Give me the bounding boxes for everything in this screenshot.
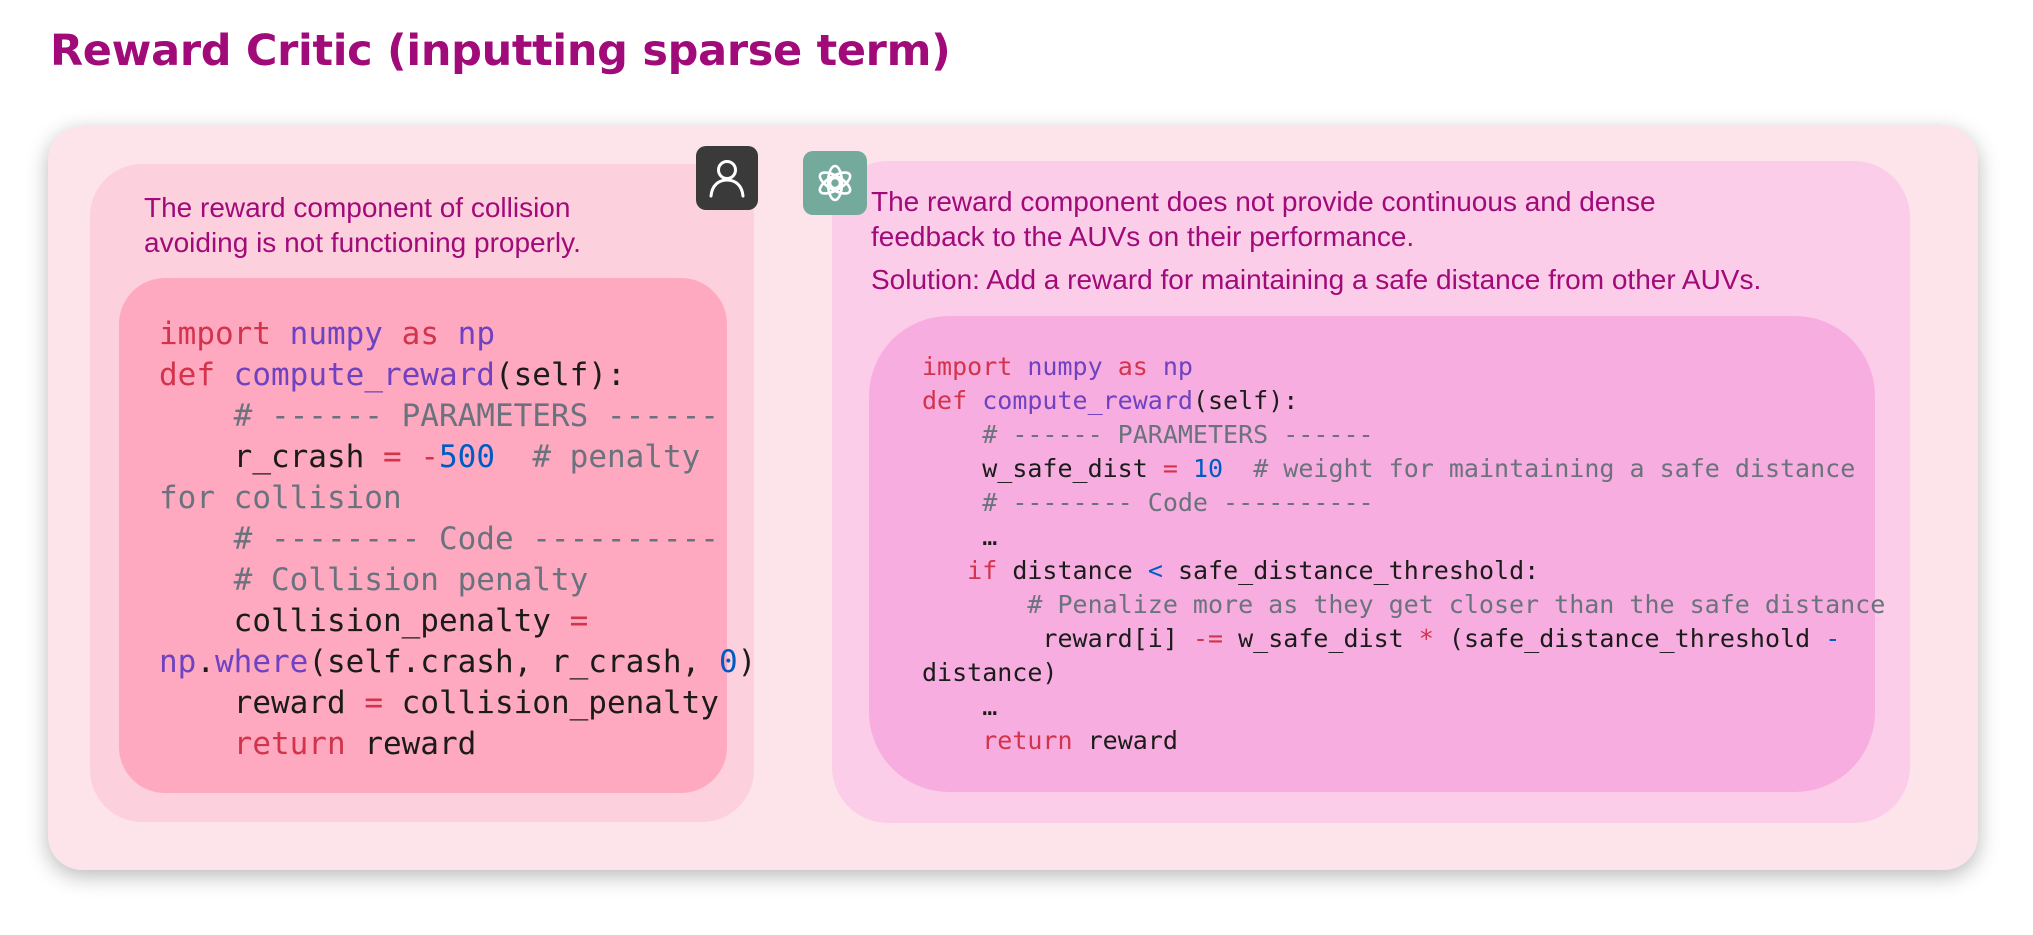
code-keyword: return: [233, 726, 346, 762]
code-variable: collision_penalty: [233, 603, 551, 639]
code-args: (self.crash, r_crash,: [308, 644, 719, 680]
code-function-name: where: [215, 644, 309, 680]
code-variable: reward[i]: [1042, 624, 1178, 653]
code-keyword: import: [922, 352, 1013, 381]
assistant-code: import numpy as np def compute_reward(se…: [922, 350, 1885, 758]
code-operator: -: [420, 439, 439, 475]
code-module: numpy: [1027, 352, 1103, 381]
user-message-line: avoiding is not functioning properly.: [144, 227, 581, 258]
code-params: (self):: [494, 357, 626, 393]
assistant-message-line: The reward component does not provide co…: [871, 186, 1656, 217]
code-operator: =: [382, 439, 402, 475]
code-variable: distance: [1012, 556, 1133, 585]
code-variable: reward: [1087, 726, 1178, 755]
code-operator: <: [1147, 556, 1163, 585]
code-comment: # -------- Code ----------: [982, 488, 1374, 517]
code-module: numpy: [289, 316, 383, 352]
user-message-line: The reward component of collision: [144, 192, 571, 223]
code-variable: w_safe_dist: [982, 454, 1148, 483]
code-operator: =: [364, 685, 383, 721]
assistant-message-line: feedback to the AUVs on their performanc…: [871, 221, 1415, 252]
code-punct: ): [737, 644, 757, 680]
code-number: 10: [1192, 454, 1224, 483]
code-keyword: as: [1117, 352, 1148, 381]
code-ellipsis: …: [982, 522, 998, 551]
code-comment: # penalty: [532, 439, 701, 475]
code-variable: reward: [233, 685, 346, 721]
code-comment: # ------ PARAMETERS ------: [982, 420, 1374, 449]
code-operator: -=: [1192, 624, 1224, 653]
code-keyword: import: [159, 316, 271, 352]
code-keyword: if: [967, 556, 998, 585]
code-function-name: compute_reward: [982, 386, 1193, 415]
code-number: 500: [439, 439, 495, 475]
code-operator: =: [1162, 454, 1178, 483]
code-variable: collision_penalty: [401, 685, 719, 721]
user-silhouette-icon: [709, 160, 745, 198]
code-comment: for collision: [159, 480, 402, 516]
code-variable: distance): [922, 658, 1058, 687]
code-operator: *: [1418, 624, 1434, 653]
code-keyword: def: [159, 357, 215, 393]
code-variable: (safe_distance_threshold: [1448, 624, 1811, 653]
user-message-text: The reward component of collision avoidi…: [144, 190, 704, 260]
code-comment: # weight for maintaining a safe distance: [1253, 454, 1856, 483]
code-comment: # Collision penalty: [233, 562, 589, 598]
code-comment: # Penalize more as they get closer than …: [1027, 590, 1886, 619]
code-variable: r_crash: [233, 439, 365, 475]
assistant-solution-text: Solution: Add a reward for maintaining a…: [871, 264, 1762, 295]
code-punct: .: [196, 644, 215, 680]
code-keyword: as: [401, 316, 439, 352]
code-comment: # ------ PARAMETERS ------: [233, 398, 719, 434]
code-operator: -: [1825, 624, 1841, 653]
openai-logo-icon: [803, 151, 867, 215]
code-params: (self):: [1192, 386, 1299, 415]
code-keyword: def: [922, 386, 968, 415]
code-variable: reward: [364, 726, 477, 762]
code-variable: safe_distance_threshold:: [1177, 556, 1540, 585]
code-ellipsis: …: [982, 692, 998, 721]
code-alias: np: [159, 644, 197, 680]
user-avatar-icon: [696, 146, 758, 210]
code-number: 0: [718, 644, 738, 680]
code-alias: np: [457, 316, 495, 352]
code-comment: # -------- Code ----------: [233, 521, 719, 557]
code-keyword: return: [982, 726, 1073, 755]
code-alias: np: [1162, 352, 1193, 381]
code-function-name: compute_reward: [233, 357, 495, 393]
code-operator: =: [569, 603, 589, 639]
user-code: import numpy as np def compute_reward(se…: [159, 314, 756, 765]
code-variable: w_safe_dist: [1238, 624, 1404, 653]
assistant-message-text: The reward component does not provide co…: [871, 184, 1891, 254]
openai-knot-icon: [818, 164, 852, 202]
page-title: Reward Critic (inputting sparse term): [50, 26, 951, 76]
